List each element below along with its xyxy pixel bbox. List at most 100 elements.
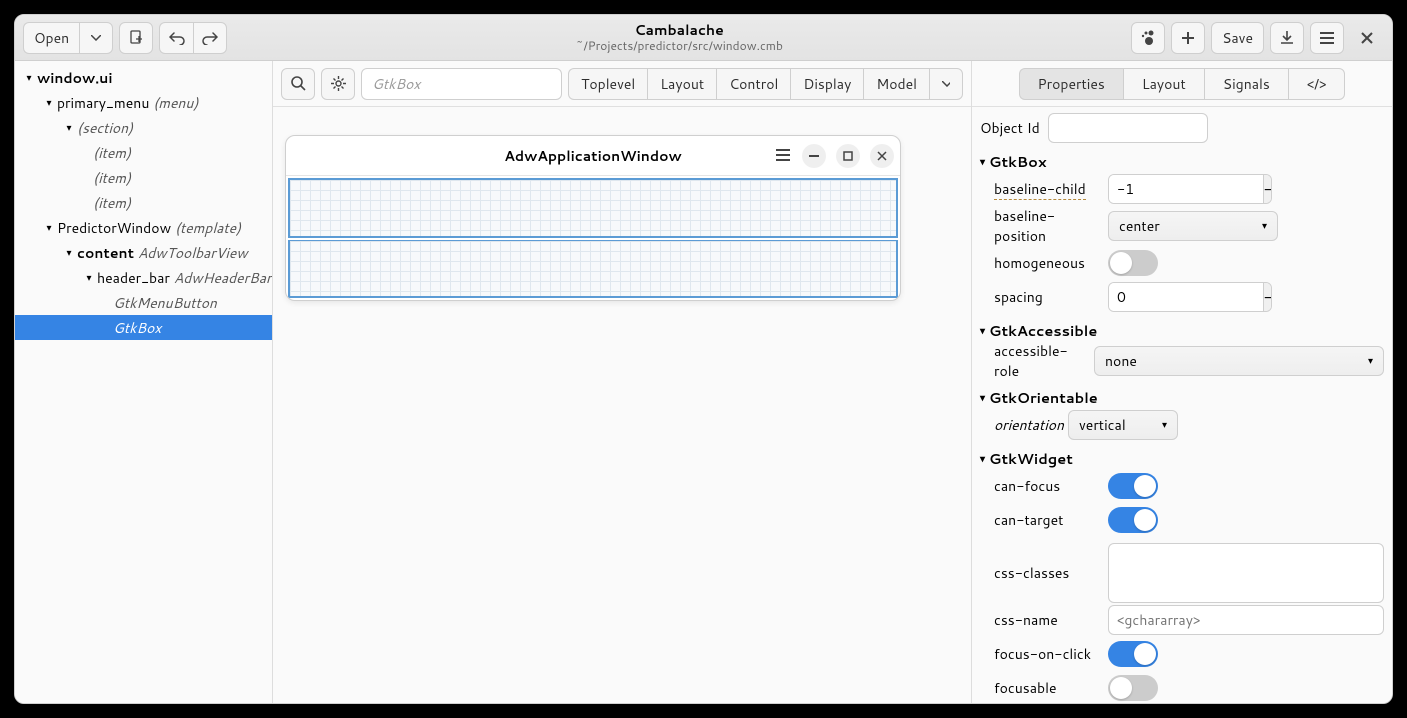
switch-homogeneous[interactable] — [1108, 250, 1158, 276]
tree-item-row[interactable]: (item) — [15, 165, 272, 190]
hamburger-menu-button[interactable] — [1310, 22, 1344, 54]
tab-layout-props[interactable]: Layout — [1123, 68, 1204, 100]
export-button[interactable] — [1270, 22, 1304, 54]
switch-can-target[interactable] — [1108, 507, 1158, 533]
tree-label: GtkBox — [113, 318, 161, 338]
preview-body — [286, 176, 900, 300]
tree-section-row[interactable]: ▾(section) — [15, 115, 272, 140]
minimize-icon — [809, 155, 819, 157]
settings-button[interactable] — [321, 68, 355, 100]
preview-maximize-button[interactable] — [836, 144, 860, 168]
open-button[interactable]: Open — [23, 22, 79, 54]
type-search-entry[interactable]: GtkBox — [361, 68, 562, 100]
row-can-focus: can-focus — [980, 469, 1384, 503]
row-orientation: orientation vertical — [980, 408, 1384, 442]
undo-button[interactable] — [159, 22, 193, 54]
label-baseline-child: baseline-child — [980, 179, 1100, 199]
label-orientation: orientation — [980, 415, 1060, 435]
gnome-button[interactable] — [1131, 22, 1165, 54]
preview-window[interactable]: AdwApplicationWindow — [285, 135, 901, 301]
tree-item-row[interactable]: (item) — [15, 140, 272, 165]
label-css-classes: css-classes — [980, 543, 1100, 583]
search-objects-button[interactable] — [281, 68, 315, 100]
open-recent-dropdown[interactable] — [79, 22, 113, 54]
tree-label: (item) — [93, 168, 131, 188]
tree-label: (item) — [93, 193, 131, 213]
group-widget[interactable]: GtkWidget — [980, 442, 1384, 469]
tab-control[interactable]: Control — [716, 68, 790, 100]
tree-primary-menu-row[interactable]: ▾primary_menu (menu) — [15, 90, 272, 115]
group-accessible[interactable]: GtkAccessible — [980, 314, 1384, 341]
redo-icon — [202, 31, 218, 45]
undo-redo-group — [159, 22, 227, 54]
preview-window-controls — [802, 144, 894, 168]
tree-header-bar-row[interactable]: ▾header_bar AdwHeaderBar — [15, 265, 272, 290]
tree-file-row[interactable]: ▾window.ui — [15, 65, 272, 90]
switch-focusable[interactable] — [1108, 675, 1158, 701]
object-tree[interactable]: ▾window.ui ▾primary_menu (menu) ▾(sectio… — [15, 61, 273, 703]
tree-content-row[interactable]: ▾content AdwToolbarView — [15, 240, 272, 265]
design-canvas[interactable]: AdwApplicationWindow — [273, 107, 971, 703]
preview-headerbar: AdwApplicationWindow — [286, 136, 900, 176]
tree-type: (template) — [175, 218, 241, 238]
tab-layout[interactable]: Layout — [647, 68, 716, 100]
spin-minus[interactable]: − — [1263, 283, 1272, 311]
tree-type: AdwHeaderBar — [174, 268, 272, 288]
row-accessible-role: accessible-role none — [980, 341, 1384, 381]
tree-label: (item) — [93, 143, 131, 163]
tab-toplevel[interactable]: Toplevel — [568, 68, 647, 100]
combo-baseline-position[interactable]: center — [1108, 211, 1278, 241]
preview-close-button[interactable] — [870, 144, 894, 168]
chevron-down-icon — [942, 81, 950, 87]
input-css-name[interactable] — [1108, 605, 1384, 635]
tab-xml[interactable]: </> — [1288, 68, 1346, 100]
props-scroll[interactable]: Object Id GtkBox baseline-child − + base… — [972, 107, 1392, 703]
body: ▾window.ui ▾primary_menu (menu) ▾(sectio… — [15, 61, 1392, 703]
tab-properties[interactable]: Properties — [1019, 68, 1123, 100]
headerbar: Open Cambalache ~/Projects/predictor/src… — [15, 15, 1392, 61]
placeholder-slot[interactable] — [288, 178, 898, 238]
tree-label: content — [77, 243, 134, 263]
spin-minus[interactable]: − — [1263, 175, 1272, 203]
properties-pane: Properties Layout Signals </> Object Id … — [972, 61, 1392, 703]
spin-value[interactable] — [1109, 175, 1263, 203]
row-baseline-position: baseline-position center — [980, 206, 1384, 246]
input-baseline-child[interactable]: − + — [1108, 174, 1272, 204]
close-icon — [877, 151, 887, 161]
row-baseline-child: baseline-child − + — [980, 172, 1384, 206]
tree-item-row[interactable]: (item) — [15, 190, 272, 215]
label-homogeneous: homogeneous — [980, 253, 1100, 273]
switch-can-focus[interactable] — [1108, 473, 1158, 499]
switch-focus-on-click[interactable] — [1108, 641, 1158, 667]
label-can-target: can-target — [980, 510, 1100, 530]
object-id-input[interactable] — [1048, 113, 1208, 143]
input-spacing[interactable]: − + — [1108, 282, 1272, 312]
group-gtkbox[interactable]: GtkBox — [980, 145, 1384, 172]
tab-more-dropdown[interactable] — [929, 68, 963, 100]
spin-value[interactable] — [1109, 283, 1263, 311]
category-tabs: Toplevel Layout Control Display Model — [568, 68, 963, 100]
group-orientable[interactable]: GtkOrientable — [980, 381, 1384, 408]
save-button[interactable]: Save — [1211, 22, 1264, 54]
tree-type: AdwToolbarView — [138, 243, 248, 263]
close-window-button[interactable] — [1350, 22, 1384, 54]
props-tabs: Properties Layout Signals </> — [972, 61, 1392, 107]
gnome-foot-icon — [1140, 30, 1156, 46]
tab-signals[interactable]: Signals — [1204, 68, 1288, 100]
placeholder-slot[interactable] — [288, 240, 898, 299]
label-baseline-position: baseline-position — [980, 206, 1100, 246]
combo-accessible-role[interactable]: none — [1094, 346, 1384, 376]
tab-model[interactable]: Model — [863, 68, 929, 100]
tab-display[interactable]: Display — [790, 68, 863, 100]
combo-orientation[interactable]: vertical — [1068, 410, 1178, 440]
preview-minimize-button[interactable] — [802, 144, 826, 168]
tree-label: PredictorWindow — [57, 218, 171, 238]
preview-menu-button[interactable] — [776, 146, 790, 166]
new-file-button[interactable] — [119, 22, 153, 54]
tree-predictor-window-row[interactable]: ▾PredictorWindow (template) — [15, 215, 272, 240]
tree-gtkbox-row[interactable]: GtkBox — [15, 315, 272, 340]
add-button[interactable] — [1171, 22, 1205, 54]
redo-button[interactable] — [193, 22, 227, 54]
tree-menu-button-row[interactable]: GtkMenuButton — [15, 290, 272, 315]
input-css-classes[interactable] — [1108, 543, 1384, 603]
